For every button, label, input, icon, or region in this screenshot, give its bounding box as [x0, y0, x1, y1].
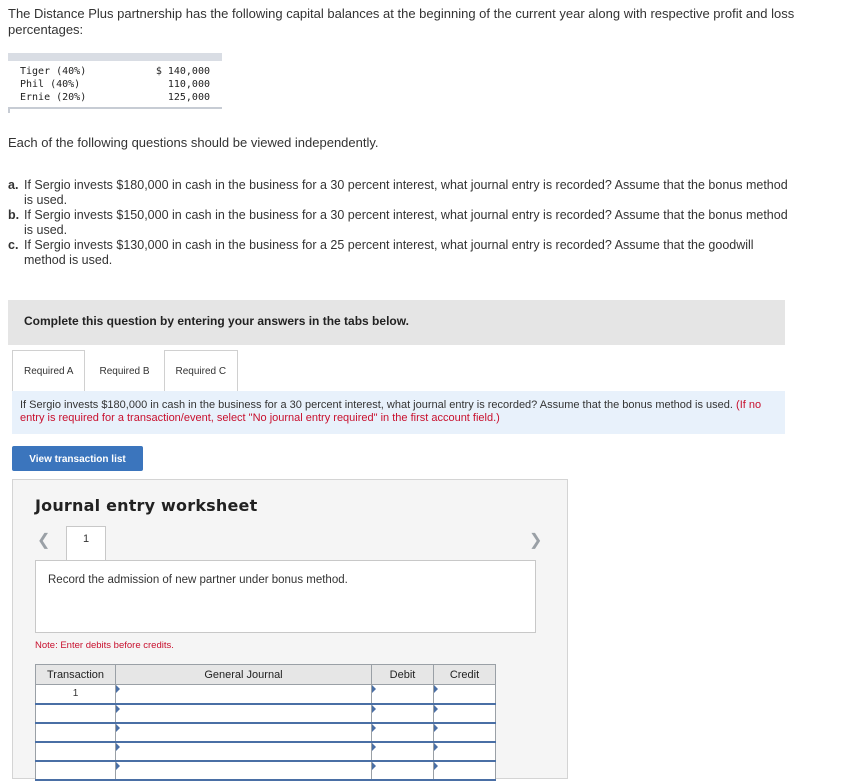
tab-required-a[interactable]: Required A: [12, 350, 86, 391]
credit-input[interactable]: [433, 760, 496, 781]
credit-input[interactable]: [433, 703, 496, 724]
account-input[interactable]: [115, 760, 372, 781]
required-tabs: Required A Required B Required C: [12, 350, 240, 391]
journal-entry-table: Transaction General Journal Debit Credit…: [35, 664, 496, 781]
partner-capital: 110,000: [167, 79, 210, 90]
header-transaction: Transaction: [35, 664, 116, 685]
question-text: If Sergio invests $180,000 in cash in th…: [24, 178, 788, 207]
debit-input[interactable]: [371, 684, 434, 705]
capital-balances-table: Tiger (40%) $ 140,000 Phil (40%) 110,000…: [8, 53, 222, 113]
worksheet-title: Journal entry worksheet: [35, 496, 258, 515]
transaction-number: [35, 760, 116, 781]
debit-credit-note: Note: Enter debits before credits.: [35, 640, 174, 651]
question-c: c. If Sergio invests $130,000 in cash in …: [8, 238, 798, 268]
credit-input[interactable]: [433, 684, 496, 705]
view-transaction-list-button[interactable]: View transaction list: [12, 446, 143, 471]
table-header-row: Transaction General Journal Debit Credit: [35, 664, 496, 685]
capital-row-tiger: Tiger (40%) $ 140,000: [8, 65, 222, 78]
question-text: If Sergio invests $130,000 in cash in th…: [24, 238, 754, 267]
worksheet-page-tab[interactable]: 1: [66, 526, 106, 562]
header-general-journal: General Journal: [115, 664, 372, 685]
capital-row-ernie: Ernie (20%) 125,000: [8, 91, 222, 104]
chevron-left-icon[interactable]: ❮: [37, 530, 50, 550]
question-letter: c.: [8, 238, 19, 252]
entry-description: Record the admission of new partner unde…: [35, 560, 536, 633]
account-input[interactable]: [115, 703, 372, 724]
debit-input[interactable]: [371, 703, 434, 724]
debit-input[interactable]: [371, 722, 434, 743]
question-list: a. If Sergio invests $180,000 in cash in …: [8, 178, 798, 268]
table-row: [35, 741, 496, 762]
question-letter: a.: [8, 178, 19, 192]
transaction-number: [35, 741, 116, 762]
prompt-text: If Sergio invests $180,000 in cash in th…: [20, 399, 733, 411]
chevron-right-icon[interactable]: ❯: [529, 530, 542, 550]
journal-entry-worksheet: Journal entry worksheet ❮ 1 ❯ Record the…: [12, 479, 568, 781]
credit-input[interactable]: [433, 741, 496, 762]
question-letter: b.: [8, 208, 20, 222]
transaction-number: [35, 722, 116, 743]
independence-note: Each of the following questions should b…: [8, 135, 379, 150]
partner-capital: 125,000: [167, 92, 210, 103]
question-b: b. If Sergio invests $150,000 in cash in …: [8, 208, 798, 238]
table-row: 1: [35, 684, 496, 705]
question-text: If Sergio invests $150,000 in cash in th…: [24, 208, 788, 237]
account-input[interactable]: [115, 722, 372, 743]
tab-required-b[interactable]: Required B: [87, 350, 162, 391]
partner-name: Ernie (20%): [20, 92, 87, 103]
header-credit: Credit: [433, 664, 496, 685]
table-row: [35, 760, 496, 781]
header-debit: Debit: [371, 664, 434, 685]
partner-capital: $ 140,000: [155, 66, 210, 77]
credit-input[interactable]: [433, 722, 496, 743]
account-input[interactable]: [115, 741, 372, 762]
account-input[interactable]: [115, 684, 372, 705]
partner-name: Tiger (40%): [20, 66, 87, 77]
question-a: a. If Sergio invests $180,000 in cash in …: [8, 178, 798, 208]
debit-input[interactable]: [371, 741, 434, 762]
capital-row-phil: Phil (40%) 110,000: [8, 78, 222, 91]
table-row: [35, 722, 496, 743]
transaction-number: 1: [35, 684, 116, 705]
debit-input[interactable]: [371, 760, 434, 781]
partner-name: Phil (40%): [20, 79, 81, 90]
table-row: [35, 703, 496, 724]
transaction-number: [35, 703, 116, 724]
tab-required-c[interactable]: Required C: [163, 350, 239, 391]
problem-intro: The Distance Plus partnership has the fo…: [8, 6, 795, 37]
instruction-banner: Complete this question by entering your …: [8, 300, 785, 345]
requirement-prompt: If Sergio invests $180,000 in cash in th…: [12, 391, 785, 434]
